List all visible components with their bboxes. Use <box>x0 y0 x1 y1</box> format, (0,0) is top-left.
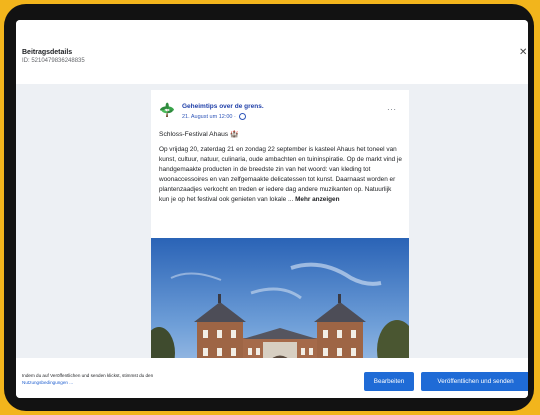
globe-icon <box>238 113 246 120</box>
dialog-header: Beitragsdetails ID: 5210479836248835 ✕ <box>16 20 528 84</box>
post-body: Op vrijdag 20, zaterdag 21 en zondag 22 … <box>159 145 403 204</box>
terms-link[interactable]: Nutzungsbedingungen ... <box>22 380 73 385</box>
post-meta-text: 21. August um 12:00 · <box>182 113 239 120</box>
dialog-footer: Indem du auf Veröffentlichen und senden … <box>16 358 528 398</box>
palm-tree-icon[interactable] <box>159 102 175 118</box>
more-options-button[interactable]: ··· <box>387 105 397 114</box>
post-timestamp[interactable]: 21. August um 12:00 · <box>182 113 246 120</box>
page-name-link[interactable]: Geheimtips over de grens. <box>182 103 264 110</box>
close-icon[interactable]: ✕ <box>519 48 527 58</box>
see-more-link[interactable]: Mehr anzeigen <box>295 196 339 203</box>
post-id: ID: 5210479836248835 <box>22 58 85 64</box>
post-card: Geheimtips over de grens. 21. August um … <box>151 90 409 384</box>
publish-and-send-button[interactable]: Veröffentlichen und senden <box>421 372 528 391</box>
edit-button[interactable]: Bearbeiten <box>364 372 414 391</box>
post-body-text: Op vrijdag 20, zaterdag 21 en zondag 22 … <box>159 146 402 203</box>
dialog-title: Beitragsdetails <box>22 49 73 56</box>
screen: Beitragsdetails ID: 5210479836248835 ✕ G… <box>16 20 528 398</box>
consent-text: Indem du auf Veröffentlichen und senden … <box>22 373 154 378</box>
post-heading: Schloss-Festival Ahaus 🏰 <box>159 131 239 138</box>
tablet-frame: Beitragsdetails ID: 5210479836248835 ✕ G… <box>4 4 534 411</box>
